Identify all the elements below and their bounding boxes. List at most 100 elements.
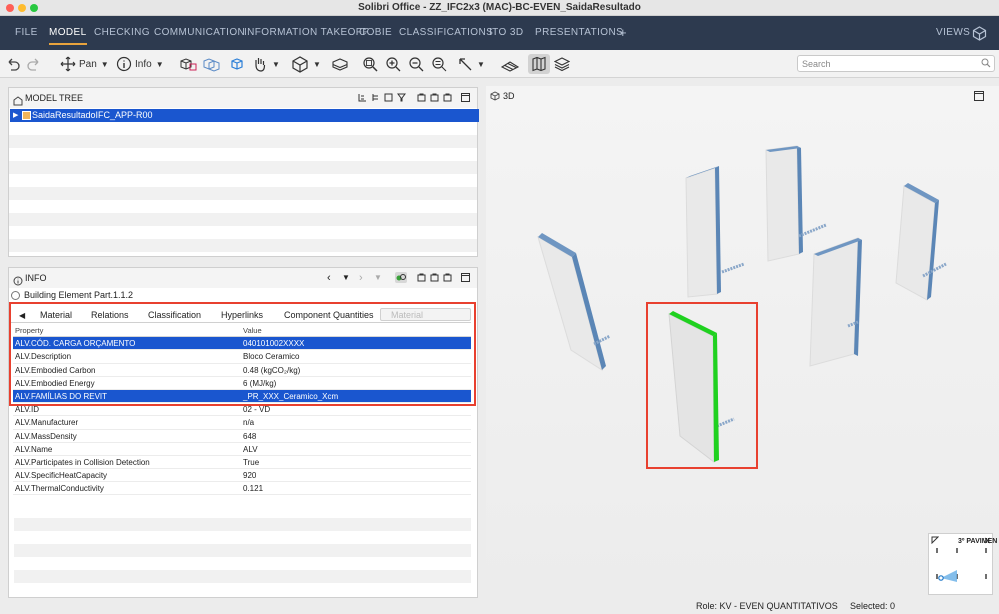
floor-minimap[interactable]: 3º PAVIMEN [928, 533, 997, 595]
zoom-out-icon[interactable] [408, 54, 424, 74]
menu-views[interactable]: VIEWS [936, 16, 970, 50]
map-toggle-icon[interactable] [528, 54, 550, 74]
info-icon [116, 56, 132, 72]
search-input[interactable] [797, 55, 995, 72]
close-window-button[interactable] [6, 4, 14, 12]
property-key: ALV.ThermalConductivity [15, 484, 104, 494]
tree-type-icon[interactable] [384, 93, 393, 102]
print-icon[interactable] [443, 273, 452, 282]
model-file-icon [22, 111, 31, 120]
highlight-box-3d [646, 302, 758, 469]
redo-icon[interactable] [26, 54, 42, 74]
window-title: Solibri Office - ZZ_IFC2x3 (MAC)-BC-EVEN… [358, 2, 641, 13]
maximize-panel-icon[interactable] [461, 273, 470, 282]
caret-down-icon: ▼ [100, 59, 109, 69]
pick-point-icon[interactable]: ▼ [457, 54, 485, 74]
pan-icon [60, 56, 76, 72]
menu-presentations[interactable]: PRESENTATIONS [535, 16, 623, 50]
add-layout-button[interactable]: + [619, 16, 627, 50]
tree-item-root[interactable]: ▶ SaidaResultadoIFC_APP-R00 [10, 109, 479, 122]
views-cube-icon[interactable] [972, 26, 987, 44]
menu-information-takeoff[interactable]: INFORMATION TAKEOFF [244, 16, 369, 50]
menu-communication[interactable]: COMMUNICATION [154, 16, 245, 50]
window-title-bar: Solibri Office - ZZ_IFC2x3 (MAC)-BC-EVEN… [0, 0, 999, 16]
minimap-plan [936, 548, 987, 582]
property-row[interactable]: ALV.Manufacturer n/a [13, 416, 471, 430]
model-layers-icon[interactable] [202, 54, 220, 74]
tree-hierarchy-icon[interactable] [358, 93, 367, 102]
caret-down-icon: ▼ [477, 59, 485, 69]
property-key: ALV.Participates in Collision Detection [15, 457, 150, 467]
section-box-icon[interactable] [331, 54, 349, 74]
property-row[interactable]: ALV.Name ALV [13, 442, 471, 456]
property-value: ALV [243, 444, 258, 454]
menu-classifications[interactable]: CLASSIFICATIONS [399, 16, 493, 50]
property-row[interactable]: ALV.SpecificHeatCapacity 920 [13, 469, 471, 483]
print-icon[interactable] [443, 93, 452, 102]
property-row[interactable]: ALV.Participates in Collision Detection T… [13, 455, 471, 470]
3d-view-title: 3D [503, 91, 515, 101]
property-value: 0.121 [243, 484, 264, 494]
nav-forward-icon[interactable]: › [359, 268, 363, 288]
pan-tool-button[interactable]: Pan ▼ [60, 54, 109, 74]
nav-dropdown-icon[interactable]: ▼ [342, 268, 350, 288]
menu-checking[interactable]: CHECKING [94, 16, 150, 50]
menu-ito-3d[interactable]: ITO 3D [489, 16, 523, 50]
status-selected: Selected: 0 [850, 601, 896, 611]
tree-filter-icon[interactable] [397, 93, 406, 102]
expand-arrow-icon[interactable]: ▶ [13, 109, 18, 122]
zoom-selection-icon[interactable] [431, 54, 447, 74]
cube-view-icon[interactable]: ▼ [291, 54, 321, 74]
info-tool-button[interactable]: Info ▼ [116, 54, 164, 74]
model-tree-panel: MODEL TREE ▶ SaidaResultadoIFC_APP-R00 [8, 87, 479, 257]
property-row[interactable]: ALV.MassDensity 648 [13, 429, 471, 443]
wall-3[interactable] [765, 145, 803, 262]
zoom-fit-icon[interactable] [362, 54, 378, 74]
maximize-3d-icon[interactable] [974, 91, 984, 104]
highlight-box-properties [9, 302, 476, 406]
search-icon[interactable] [981, 58, 991, 71]
zoom-window-button[interactable] [30, 4, 38, 12]
model-tree-header: MODEL TREE [9, 88, 477, 108]
floor-plan-icon[interactable] [500, 54, 520, 74]
model-boxes-icon[interactable] [179, 54, 197, 74]
tree-structure-icon[interactable] [371, 93, 380, 102]
3d-view-icon [490, 91, 500, 101]
3d-view-header: 3D [490, 91, 515, 101]
link-toggle-icon[interactable] [395, 272, 407, 283]
minimap-close-icon[interactable] [984, 537, 991, 544]
property-value: n/a [243, 418, 255, 428]
layers-icon[interactable] [554, 54, 570, 74]
caret-down-icon: ▼ [313, 59, 321, 69]
select-box-icon[interactable] [230, 54, 244, 74]
export-icon[interactable] [417, 273, 426, 282]
export-icon[interactable] [417, 93, 426, 102]
property-key: ALV.Manufacturer [15, 418, 79, 428]
main-menu-bar: FILE MODEL CHECKING COMMUNICATION INFORM… [0, 16, 999, 50]
element-radio[interactable] [11, 290, 20, 300]
wall-2[interactable] [685, 166, 721, 298]
property-row[interactable]: ALV.ThermalConductivity 0.121 [13, 482, 471, 496]
nav-forward-dropdown-icon[interactable]: ▼ [374, 268, 382, 288]
menu-file[interactable]: FILE [15, 16, 38, 50]
element-name: Building Element Part.1.1.2 [24, 290, 134, 300]
minimize-window-button[interactable] [18, 4, 26, 12]
menu-model[interactable]: MODEL [49, 16, 87, 50]
wall-5[interactable] [895, 183, 939, 301]
info-title: INFO [25, 273, 47, 283]
minimap-floor-label: 3º PAVIMEN [958, 538, 998, 545]
element-name-row: Building Element Part.1.1.2 [11, 290, 133, 300]
undo-icon[interactable] [5, 54, 21, 74]
copy-icon[interactable] [430, 93, 439, 102]
copy-icon[interactable] [430, 273, 439, 282]
property-key: ALV.MassDensity [15, 431, 77, 441]
property-value: True [243, 457, 260, 467]
wall-4[interactable] [809, 237, 862, 367]
caret-down-icon: ▼ [272, 59, 280, 69]
zoom-in-icon[interactable] [385, 54, 401, 74]
maximize-panel-icon[interactable] [461, 93, 470, 102]
wall-1[interactable] [537, 233, 606, 372]
menu-cobie[interactable]: COBIE [359, 16, 392, 50]
hand-select-icon[interactable]: ▼ [252, 54, 280, 74]
nav-back-icon[interactable]: ‹ [327, 268, 331, 288]
